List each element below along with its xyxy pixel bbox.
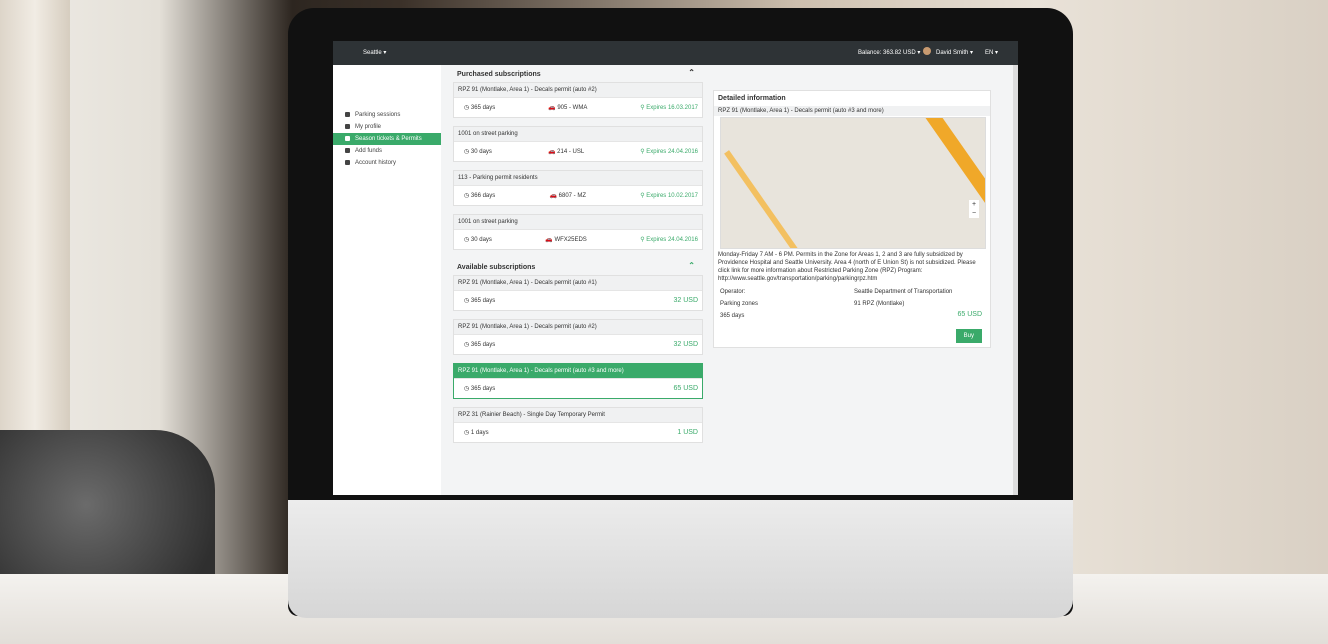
- detail-panel: Detailed information RPZ 91 (Montlake, A…: [713, 90, 991, 348]
- car-icon: 🚗 WFX25EDS: [545, 237, 587, 243]
- buy-button[interactable]: Buy: [955, 329, 982, 343]
- clock-icon: ◷ 365 days: [464, 342, 496, 348]
- map[interactable]: + −: [720, 117, 986, 249]
- clock-icon: ◷ 365 days: [464, 105, 496, 111]
- language-menu[interactable]: EN ▾: [985, 49, 998, 56]
- detail-title: Detailed information: [718, 95, 786, 102]
- sidebar: Parking sessions My profile Season tickets…: [333, 65, 441, 495]
- clock-icon: ◷ 30 days: [464, 237, 492, 243]
- main-column: Purchased subscriptions ⌃ RPZ 91 (Montla…: [453, 65, 703, 495]
- available-card[interactable]: RPZ 91 (Montlake, Area 1) - Decals permi…: [453, 363, 703, 399]
- sidebar-item[interactable]: Account history: [333, 157, 441, 169]
- calendar-icon: [345, 159, 350, 165]
- clock-icon: ◷ 1 days: [464, 430, 489, 436]
- chevron-up-icon[interactable]: ⌃: [688, 68, 695, 77]
- zones-label: Parking zones: [720, 301, 759, 307]
- operator-label: Operator:: [720, 289, 746, 295]
- map-highway: [894, 118, 985, 248]
- expiry: ⚲ Expires 24.04.2016: [640, 237, 698, 243]
- zoom-controls[interactable]: + −: [969, 200, 979, 218]
- car-icon: [345, 111, 350, 117]
- app-screen: Balance: 363.82 USD ▾ David Smith ▾ EN ▾…: [333, 41, 1018, 495]
- price: 32 USD: [673, 341, 698, 348]
- map-road: [724, 150, 798, 248]
- detail-days: 365 days: [720, 313, 745, 319]
- sidebar-item[interactable]: Parking sessions: [333, 109, 441, 121]
- city-selector[interactable]: Seattle ▾: [363, 49, 386, 56]
- user-menu[interactable]: David Smith ▾: [936, 49, 973, 56]
- detail-description: Monday-Friday 7 AM - 6 PM. Permits in th…: [718, 252, 976, 282]
- expiry: ⚲ Expires 16.03.2017: [640, 105, 698, 111]
- detail-price: 65 USD: [957, 311, 982, 318]
- clock-icon: ◷ 366 days: [464, 193, 496, 199]
- available-card[interactable]: RPZ 91 (Montlake, Area 1) - Decals permi…: [453, 275, 703, 311]
- purchased-title: Purchased subscriptions ⌃: [457, 68, 695, 78]
- top-bar: Balance: 363.82 USD ▾ David Smith ▾ EN ▾: [333, 41, 1018, 65]
- money-icon: [345, 147, 350, 153]
- available-title: Available subscriptions ⌃: [457, 261, 695, 271]
- clock-icon: ◷ 365 days: [464, 298, 496, 304]
- clock-icon: ◷ 365 days: [464, 386, 496, 392]
- available-card[interactable]: RPZ 91 (Montlake, Area 1) - Decals permi…: [453, 319, 703, 355]
- sidebar-item[interactable]: Add funds: [333, 145, 441, 157]
- zones-value: 91 RPZ (Montlake): [854, 301, 905, 307]
- car-icon: 🚗 905 - WMA: [548, 105, 588, 111]
- clock-icon: ◷ 30 days: [464, 149, 492, 155]
- ticket-icon: [345, 135, 350, 141]
- user-icon: [345, 123, 350, 129]
- detail-subtitle: RPZ 91 (Montlake, Area 1) - Decals permi…: [714, 106, 990, 116]
- scrollbar[interactable]: [1013, 65, 1018, 495]
- available-card[interactable]: RPZ 31 (Rainier Beach) - Single Day Temp…: [453, 407, 703, 443]
- sidebar-item[interactable]: My profile: [333, 121, 441, 133]
- purchased-card[interactable]: RPZ 91 (Montlake, Area 1) - Decals permi…: [453, 82, 703, 118]
- purchased-card[interactable]: 1001 on street parking ◷ 30 days 🚗 214 - U…: [453, 126, 703, 162]
- chevron-up-icon[interactable]: ⌃: [688, 261, 695, 270]
- purchased-card[interactable]: 1001 on street parking ◷ 30 days 🚗 WFX25ED…: [453, 214, 703, 250]
- sidebar-item[interactable]: Season tickets & Permits: [333, 133, 441, 145]
- balance-menu[interactable]: Balance: 363.82 USD ▾: [858, 49, 920, 56]
- purchased-card[interactable]: 113 - Parking permit residents ◷ 366 days…: [453, 170, 703, 206]
- expiry: ⚲ Expires 24.04.2016: [640, 149, 698, 155]
- expiry: ⚲ Expires 10.02.2017: [640, 193, 698, 199]
- price: 65 USD: [673, 385, 698, 392]
- car-icon: 🚗 214 - USL: [548, 149, 585, 155]
- imac-chin: [288, 500, 1073, 618]
- price: 32 USD: [673, 297, 698, 304]
- price: 1 USD: [677, 429, 698, 436]
- operator-value: Seattle Department of Transportation: [854, 289, 953, 295]
- avatar: [923, 47, 931, 55]
- car-icon: 🚗 6807 - MZ: [549, 193, 586, 199]
